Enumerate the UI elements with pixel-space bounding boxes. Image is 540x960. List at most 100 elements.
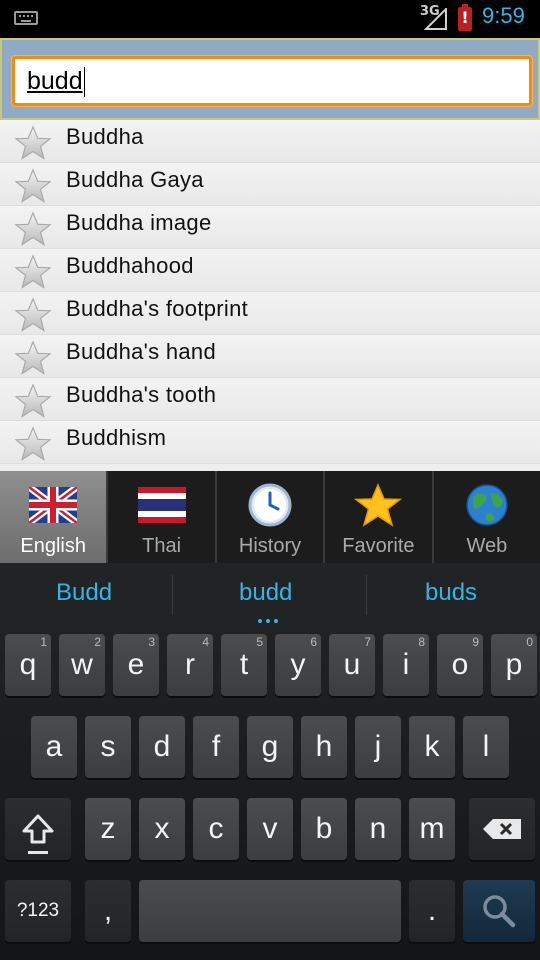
key-label: r <box>185 648 195 681</box>
search-input-text: budd <box>27 67 83 95</box>
period-key[interactable]: . <box>409 880 455 942</box>
result-row[interactable]: Buddha's hand <box>0 335 540 378</box>
suggestion-item-selected[interactable]: budd <box>239 579 292 607</box>
result-row[interactable]: Buddha's footprint <box>0 292 540 335</box>
result-label: Buddha's tooth <box>66 382 217 407</box>
search-icon <box>483 895 516 928</box>
result-row[interactable]: Buddhahood <box>0 249 540 292</box>
suggestion-divider <box>172 575 173 615</box>
key-label: y <box>290 648 306 681</box>
clock-time: 9:59 <box>482 3 525 28</box>
key-z[interactable]: z <box>85 798 131 860</box>
key-f[interactable]: f <box>193 716 239 778</box>
key-label: z <box>100 812 116 845</box>
signal-icon <box>424 8 447 30</box>
tab-thai[interactable]: Thai <box>108 471 217 563</box>
tab-english[interactable]: English <box>0 471 109 563</box>
tab-label: History <box>238 535 302 557</box>
key-e[interactable]: 3e <box>113 634 159 696</box>
result-label: Buddha's hand <box>66 339 217 364</box>
space-key[interactable] <box>139 880 401 942</box>
key-v[interactable]: v <box>247 798 293 860</box>
key-w[interactable]: 2w <box>59 634 105 696</box>
result-row[interactable]: Buddha image <box>0 206 540 249</box>
key-s[interactable]: s <box>85 716 131 778</box>
key-q[interactable]: 1q <box>5 634 51 696</box>
favorite-star-icon[interactable] <box>14 211 52 247</box>
key-b[interactable]: b <box>301 798 347 860</box>
search-header: budd <box>0 38 540 120</box>
shift-underline <box>28 851 48 854</box>
tab-label: Thai <box>142 535 182 557</box>
key-y[interactable]: 6y <box>275 634 321 696</box>
key-c[interactable]: c <box>193 798 239 860</box>
key-label: ?123 <box>16 900 60 921</box>
key-i[interactable]: 8i <box>383 634 429 696</box>
key-label: t <box>239 648 249 681</box>
key-u[interactable]: 7u <box>329 634 375 696</box>
key-label: x <box>154 812 170 845</box>
result-row[interactable]: Buddha <box>0 120 540 163</box>
key-o[interactable]: 9o <box>437 634 483 696</box>
key-h[interactable]: h <box>301 716 347 778</box>
tab-bar: English Thai History Favorite Web <box>0 471 540 563</box>
search-key[interactable] <box>463 880 535 942</box>
key-d[interactable]: d <box>139 716 185 778</box>
shift-key[interactable] <box>5 798 71 860</box>
key-label: w <box>71 648 93 681</box>
tab-favorite[interactable]: Favorite <box>325 471 434 563</box>
suggestion-item[interactable]: Budd <box>56 579 112 607</box>
key-label: p <box>505 648 523 681</box>
key-a[interactable]: a <box>31 716 77 778</box>
key-label: n <box>369 812 387 845</box>
key-hint: 1 <box>40 635 47 649</box>
tab-web[interactable]: Web <box>433 471 540 563</box>
key-label: u <box>343 648 361 681</box>
backspace-key[interactable] <box>469 798 535 860</box>
search-input[interactable]: budd <box>12 56 532 106</box>
key-hint: 2 <box>94 635 101 649</box>
result-label: Buddha Gaya <box>66 167 204 192</box>
backspace-icon <box>483 819 521 839</box>
key-l[interactable]: l <box>463 716 509 778</box>
result-row[interactable]: Buddha Gaya <box>0 163 540 206</box>
favorite-star-icon[interactable] <box>14 383 52 419</box>
key-label: k <box>424 730 440 763</box>
favorite-star-icon[interactable] <box>14 168 52 204</box>
favorite-star-icon[interactable] <box>14 340 52 376</box>
key-label: . <box>427 894 437 927</box>
key-label: l <box>482 730 490 763</box>
key-p[interactable]: 0p <box>491 634 537 696</box>
key-k[interactable]: k <box>409 716 455 778</box>
key-x[interactable]: x <box>139 798 185 860</box>
key-n[interactable]: n <box>355 798 401 860</box>
key-j[interactable]: j <box>355 716 401 778</box>
key-r[interactable]: 4r <box>167 634 213 696</box>
favorite-star-icon[interactable] <box>14 297 52 333</box>
favorite-star-icon[interactable] <box>14 125 52 161</box>
tab-history[interactable]: History <box>216 471 326 563</box>
result-row[interactable]: Buddha's tooth <box>0 378 540 421</box>
key-label: m <box>419 812 445 845</box>
text-caret <box>83 67 85 98</box>
symbols-key[interactable]: ?123 <box>5 880 71 942</box>
favorite-star-icon[interactable] <box>14 426 52 462</box>
clock-icon <box>246 483 294 527</box>
key-label: q <box>19 648 37 681</box>
key-label: v <box>262 812 278 845</box>
comma-key[interactable]: , <box>85 880 131 942</box>
suggestion-item[interactable]: buds <box>425 579 477 607</box>
key-hint: 9 <box>472 635 479 649</box>
key-label: g <box>261 730 279 763</box>
more-suggestions-indicator[interactable] <box>258 619 278 623</box>
key-g[interactable]: g <box>247 716 293 778</box>
result-row[interactable]: Buddhism <box>0 421 540 464</box>
globe-icon <box>463 483 511 527</box>
key-t[interactable]: 5t <box>221 634 267 696</box>
result-label: Buddhism <box>66 425 167 450</box>
favorite-star-icon[interactable] <box>14 254 52 290</box>
result-label: Buddhahood <box>66 253 194 278</box>
uk-flag-icon <box>27 483 80 527</box>
key-m[interactable]: m <box>409 798 455 860</box>
key-hint: 5 <box>256 635 263 649</box>
